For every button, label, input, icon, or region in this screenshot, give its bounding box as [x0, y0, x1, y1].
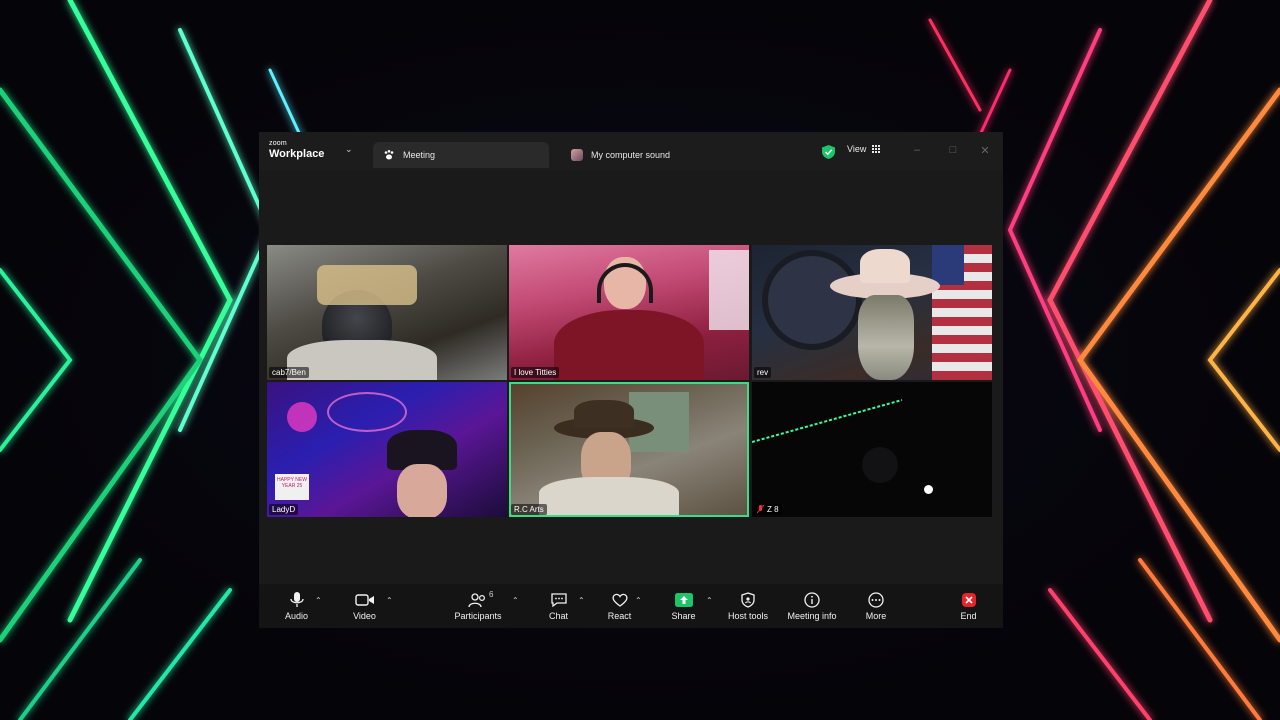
participant-name: I love Titties [511, 367, 560, 378]
meeting-toolbar: Audio ⌃ Video ⌃ Participants 6 ⌃ Chat ⌃ … [259, 584, 1003, 628]
happy-new-year-text: HAPPY NEW YEAR 25 [277, 477, 307, 489]
participant-name: cab7/Ben [269, 367, 309, 378]
participants-icon [468, 593, 486, 608]
desktop-background: zoom Workplace ⌄ Meeting My computer sou… [0, 0, 1280, 720]
grid-view-icon [872, 144, 881, 154]
participant-video-body [554, 310, 704, 380]
participant-name-text: I love Titties [514, 368, 557, 377]
participant-name: R.C Arts [511, 504, 547, 515]
participant-name-text: R.C Arts [514, 505, 544, 514]
participant-name-text: rev [757, 368, 769, 377]
end-button[interactable]: End [956, 592, 981, 621]
host-tools-button[interactable]: Host tools [728, 592, 768, 621]
meeting-info-label: Meeting info [787, 611, 837, 621]
video-label: Video [353, 611, 376, 621]
share-screen-icon [674, 593, 693, 607]
view-button[interactable]: View [847, 144, 881, 154]
chat-options-caret[interactable]: ⌃ [578, 596, 585, 605]
audio-options-caret[interactable]: ⌃ [315, 596, 322, 605]
heart-light [287, 402, 317, 432]
react-button[interactable]: React [607, 592, 632, 621]
info-icon [804, 592, 820, 608]
participant-name-text: Z 8 [767, 505, 779, 514]
more-label: More [865, 611, 887, 621]
logo-zoom-text: zoom [269, 140, 287, 147]
chat-button[interactable]: Chat [546, 592, 571, 621]
participant-name: Z 8 [754, 504, 782, 515]
react-options-caret[interactable]: ⌃ [635, 596, 642, 605]
sound-app-icon [571, 149, 583, 161]
neon-sign [327, 392, 407, 432]
participants-button[interactable]: Participants [453, 592, 503, 621]
participants-label: Participants [454, 611, 502, 621]
active-speaker-border [509, 382, 749, 517]
audio-label: Audio [284, 611, 309, 621]
happy-new-year-sign: HAPPY NEW YEAR 25 [275, 474, 309, 500]
heart-icon [611, 593, 628, 607]
share-label: Share [671, 611, 696, 621]
mic-muted-icon [757, 505, 764, 514]
video-button[interactable]: Video [352, 592, 377, 621]
title-bar: zoom Workplace ⌄ Meeting My computer sou… [259, 132, 1003, 170]
tab-my-computer-sound[interactable]: My computer sound [561, 142, 737, 168]
video-tile[interactable]: cab7/Ben [267, 245, 507, 380]
participant-video [858, 295, 914, 380]
chevron-down-icon[interactable]: ⌄ [345, 144, 353, 155]
share-options-caret[interactable]: ⌃ [706, 596, 713, 605]
flag-stars [932, 245, 964, 285]
small-light [924, 485, 933, 494]
shield-check-icon[interactable] [822, 145, 835, 159]
participant-count: 6 [489, 590, 494, 599]
maximize-icon[interactable]: □ [946, 144, 960, 156]
host-tools-label: Host tools [728, 611, 769, 621]
zoom-workplace-logo[interactable]: zoom Workplace [269, 140, 324, 160]
video-tile[interactable]: rev [752, 245, 992, 380]
participant-video [862, 447, 898, 483]
minimize-icon[interactable]: – [910, 144, 924, 156]
participant-name-text: cab7/Ben [272, 368, 306, 377]
video-tile-active-speaker[interactable]: R.C Arts [509, 382, 749, 517]
light-panel [709, 250, 749, 330]
meeting-info-button[interactable]: Meeting info [786, 592, 838, 621]
round-emblem [762, 250, 862, 350]
participant-video [397, 464, 447, 517]
shield-icon [741, 592, 755, 608]
participant-name: LadyD [269, 504, 299, 515]
participant-name-text: LadyD [272, 505, 296, 514]
zoom-meeting-window: zoom Workplace ⌄ Meeting My computer sou… [259, 132, 1003, 628]
video-options-caret[interactable]: ⌃ [386, 596, 393, 605]
logo-workplace-text: Workplace [269, 148, 325, 160]
tab-meeting[interactable]: Meeting [373, 142, 549, 168]
cowboy-hat-crown [860, 249, 910, 283]
video-tile[interactable]: HAPPY NEW YEAR 25 LadyD [267, 382, 507, 517]
tab-meeting-label: Meeting [403, 150, 436, 160]
paw-icon [384, 150, 394, 160]
participant-name: rev [754, 367, 772, 378]
chat-label: Chat [548, 611, 568, 621]
participants-options-caret[interactable]: ⌃ [512, 596, 519, 605]
participant-video-body [287, 340, 437, 380]
more-button[interactable]: More [863, 592, 889, 621]
video-tile[interactable]: Z 8 [752, 382, 992, 517]
pillow [317, 265, 417, 305]
share-button[interactable]: Share [671, 592, 696, 621]
close-icon[interactable]: ✕ [978, 144, 992, 157]
audio-button[interactable]: Audio [284, 592, 309, 621]
chat-icon [550, 593, 567, 608]
react-label: React [607, 611, 632, 621]
microphone-icon [289, 592, 304, 607]
video-tile[interactable]: I love Titties [509, 245, 749, 380]
tab-sound-label: My computer sound [591, 150, 671, 160]
video-gallery: cab7/Ben I love Titties rev HAPPY NEW YE… [267, 245, 995, 518]
view-label: View [847, 144, 867, 154]
more-icon [868, 592, 884, 608]
end-call-icon [961, 593, 976, 607]
video-camera-icon [354, 594, 374, 606]
end-label: End [960, 611, 977, 621]
